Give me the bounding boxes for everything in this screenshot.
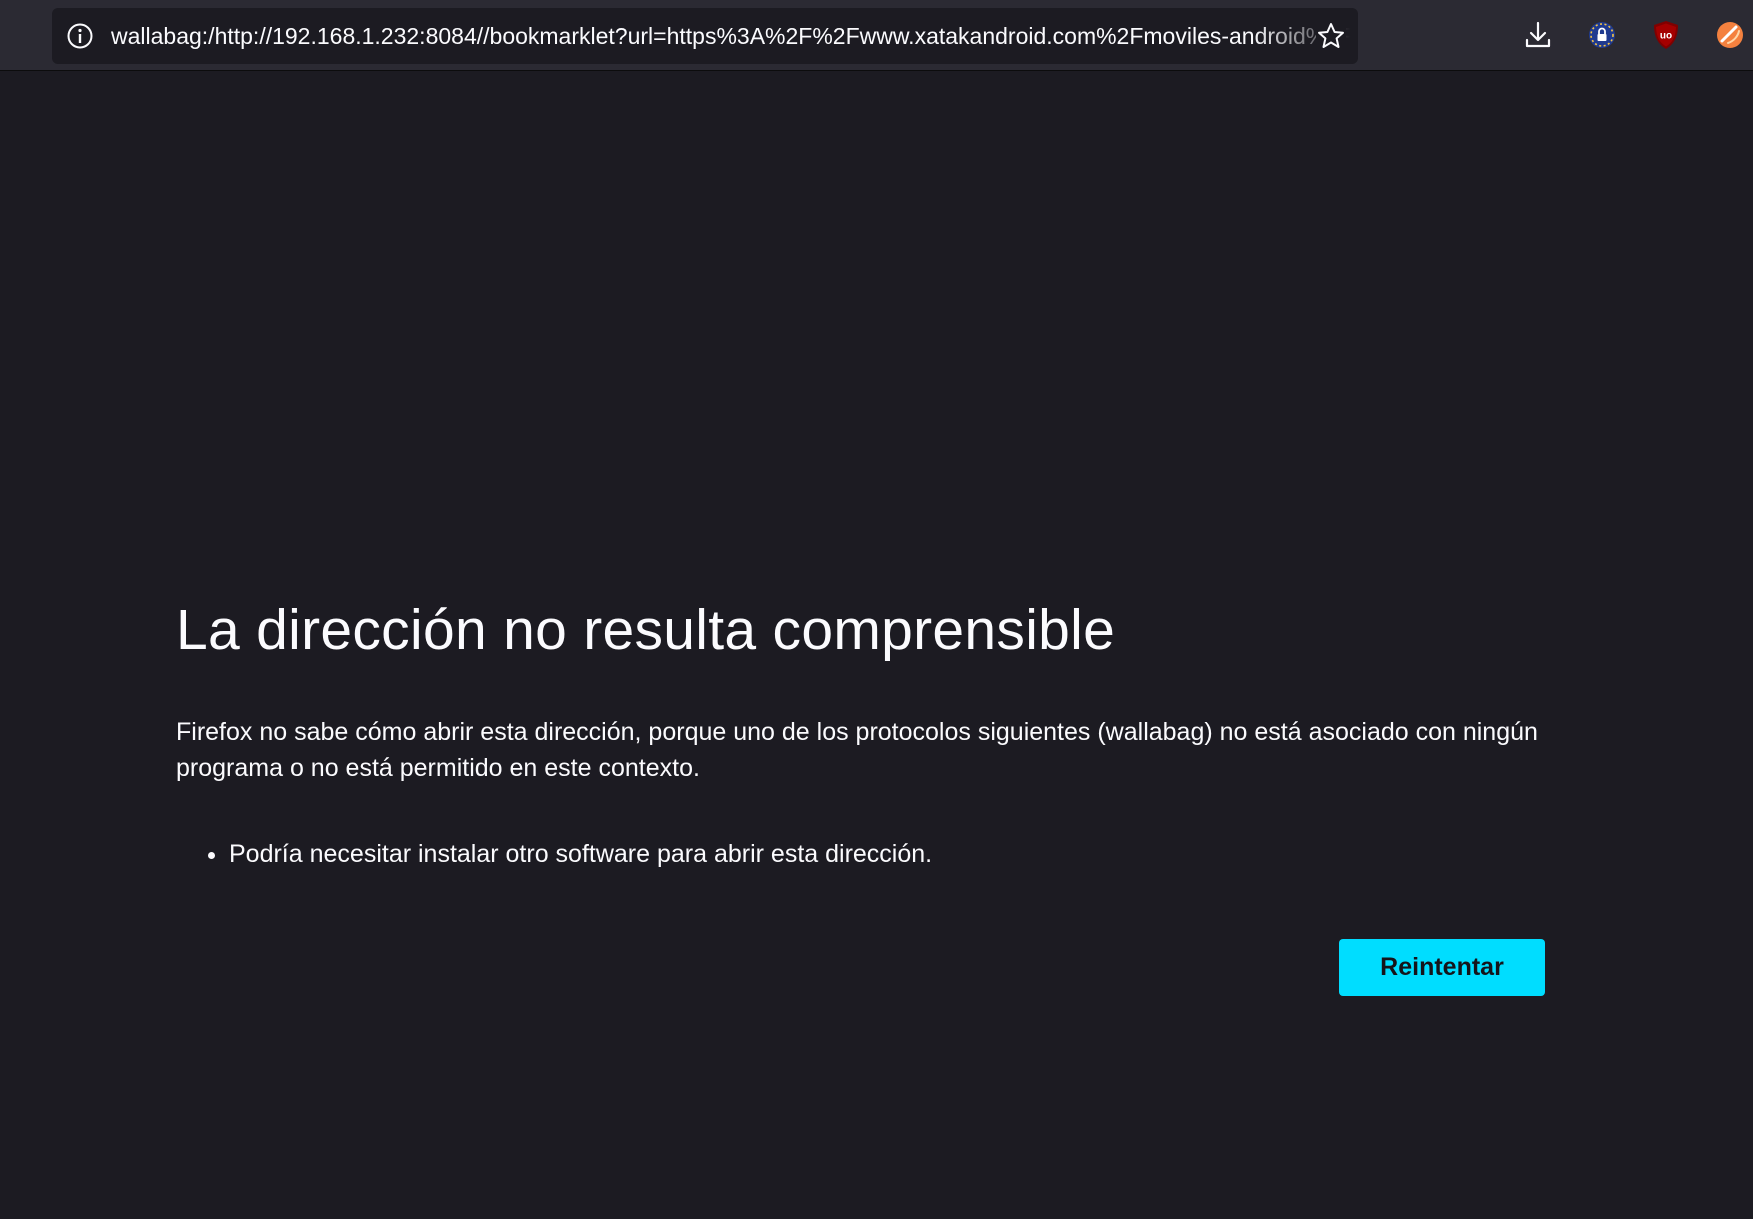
- url-bar[interactable]: wallabag:/http://192.168.1.232:8084//boo…: [52, 8, 1358, 64]
- browser-toolbar: wallabag:/http://192.168.1.232:8084//boo…: [0, 0, 1753, 71]
- retry-button[interactable]: Reintentar: [1339, 939, 1545, 996]
- download-icon[interactable]: [1522, 19, 1554, 51]
- star-icon[interactable]: [1316, 21, 1346, 51]
- privacy-badge-icon[interactable]: [1586, 19, 1618, 51]
- url-text[interactable]: wallabag:/http://192.168.1.232:8084//boo…: [111, 8, 1351, 64]
- info-icon[interactable]: [66, 22, 94, 50]
- error-content: La dirección no resulta comprensible Fir…: [176, 590, 1546, 872]
- page-title: La dirección no resulta comprensible: [176, 598, 1116, 662]
- suggestion-item: Podría necesitar instalar otro software …: [229, 836, 1546, 872]
- suggestions-list: Podría necesitar instalar otro software …: [176, 836, 1546, 872]
- svg-text:uo: uo: [1660, 31, 1672, 42]
- orange-extension-icon[interactable]: [1714, 19, 1746, 51]
- ublock-origin-icon[interactable]: uo: [1650, 19, 1682, 51]
- error-description: Firefox no sabe cómo abrir esta direcció…: [176, 718, 1538, 782]
